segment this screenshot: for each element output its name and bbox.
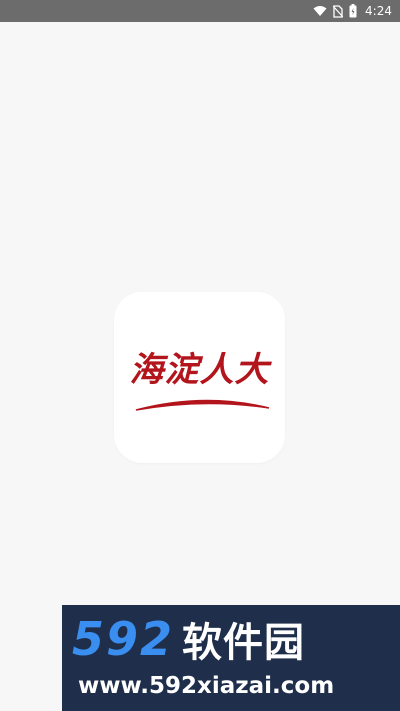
watermark-name: 软件园 [182, 620, 306, 666]
watermark-url: www.592xiazai.com [78, 673, 335, 699]
watermark-number: 592 [72, 612, 175, 666]
wifi-icon [313, 5, 327, 17]
no-sim-icon [333, 4, 344, 18]
status-bar: 4:24 [0, 0, 400, 22]
watermark-brand: 592 软件园 [72, 611, 305, 667]
watermark-banner: 592 软件园 www.592xiazai.com [62, 605, 400, 711]
battery-icon [349, 4, 357, 18]
app-logo-icon: 海淀人大 [114, 292, 285, 463]
status-time: 4:24 [365, 4, 392, 18]
logo-swoosh [135, 399, 270, 411]
